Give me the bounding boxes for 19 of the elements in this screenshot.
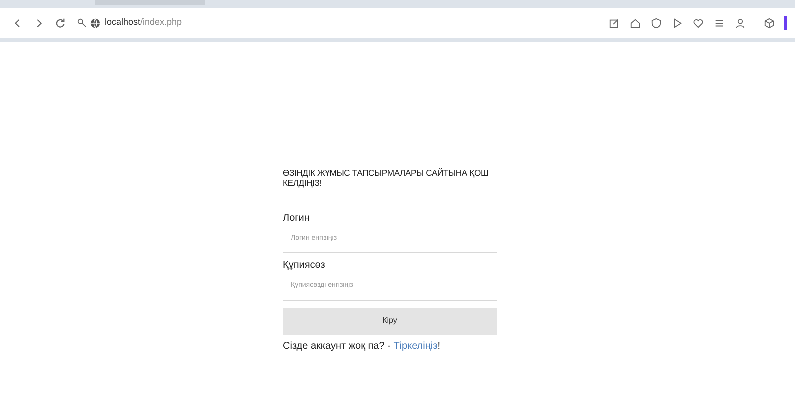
menu-icon bbox=[714, 18, 725, 28]
signup-link[interactable]: Тіркеліңіз bbox=[394, 340, 438, 352]
person-icon bbox=[735, 18, 746, 28]
play-icon bbox=[672, 18, 683, 28]
edit-icon bbox=[609, 18, 620, 28]
home-icon bbox=[630, 18, 641, 28]
field-label: Құпиясөз bbox=[283, 259, 326, 274]
url-path: /index.php bbox=[140, 16, 182, 30]
reload-icon bbox=[55, 18, 66, 28]
welcome-heading: ӨЗІНДІК ЖҰМЫС ТАПСЫРМАЛАРЫ САЙТЫНА ҚОШ КЕЛДІҢІЗ! bbox=[283, 169, 490, 189]
field-label: Логин bbox=[283, 212, 311, 226]
url-host: localhost bbox=[105, 16, 141, 30]
login-button[interactable]: Кіру bbox=[283, 308, 497, 335]
signup-text: Сізде аккаунт жоқ па? - Тіркеліңіз! bbox=[283, 340, 442, 354]
heart-icon bbox=[693, 18, 704, 28]
address-field[interactable]: localhost/index.php bbox=[105, 16, 604, 30]
globe-icon bbox=[90, 18, 101, 28]
shield-icon bbox=[651, 18, 662, 28]
cube-icon bbox=[764, 18, 775, 28]
